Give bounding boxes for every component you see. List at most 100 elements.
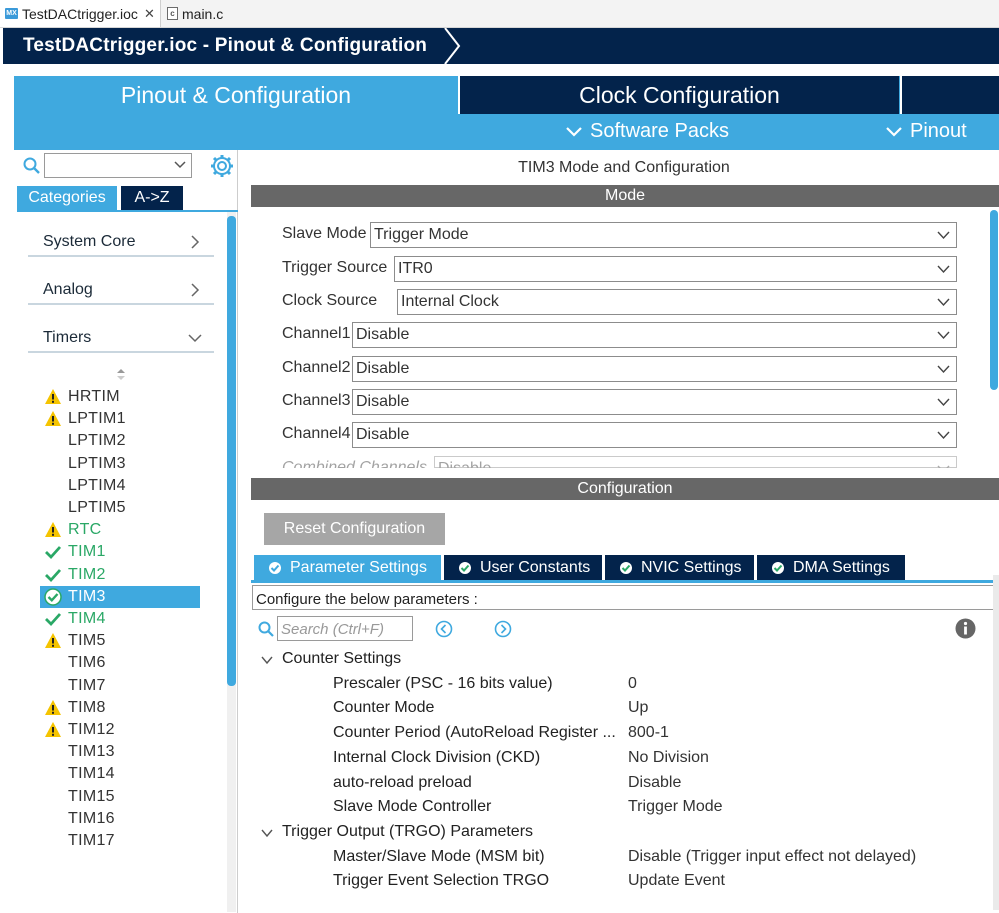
timer-item-tim15[interactable]: TIM15 <box>40 786 200 808</box>
parameter-value[interactable]: Disable (Trigger input effect not delaye… <box>628 848 916 866</box>
parameter-group-header[interactable]: Trigger Output (TRGO) Parameters <box>282 823 533 841</box>
timer-label: LPTIM1 <box>68 410 126 428</box>
chevron-down-icon <box>937 298 950 307</box>
tab-user-constants[interactable]: User Constants <box>444 555 602 580</box>
parameter-value[interactable]: Update Event <box>628 872 725 890</box>
chevron-down-icon[interactable] <box>261 656 273 665</box>
timer-item-tim7[interactable]: TIM7 <box>40 675 200 697</box>
software-packs-menu[interactable]: Software Packs <box>566 120 729 143</box>
mode-select-channel1[interactable]: Disable <box>352 322 957 348</box>
timer-label: TIM17 <box>68 832 115 849</box>
mode-section-header: Mode <box>251 185 999 207</box>
info-icon[interactable] <box>955 618 976 639</box>
tab-extra[interactable] <box>900 76 999 114</box>
mode-select-clock-source[interactable]: Internal Clock <box>397 289 957 315</box>
mode-select-combined-channels[interactable]: Disable <box>434 456 957 477</box>
parameter-value[interactable]: 800-1 <box>628 724 669 742</box>
timer-item-tim6[interactable]: TIM6 <box>40 652 200 674</box>
mode-select-channel3[interactable]: Disable <box>352 389 957 415</box>
parameter-scrollbar[interactable] <box>993 575 999 910</box>
parameter-value[interactable]: Trigger Mode <box>628 798 723 816</box>
mode-label: Slave Mode <box>282 225 367 242</box>
pinout-menu[interactable]: Pinout <box>886 120 967 143</box>
editor-tab-main-c[interactable]: c main.c <box>165 0 235 27</box>
timer-item-lptim3[interactable]: LPTIM3 <box>40 453 200 475</box>
checkmark-icon <box>45 546 62 560</box>
editor-tab-ioc[interactable]: MX TestDACtrigger.ioc ✕ <box>0 0 161 27</box>
chevron-down-icon <box>174 161 186 169</box>
category-timers[interactable]: Timers <box>28 323 214 353</box>
mode-select-trigger-source[interactable]: ITR0 <box>394 256 957 282</box>
tab-parameter-settings[interactable]: Parameter Settings <box>254 555 441 580</box>
timer-item-lptim4[interactable]: LPTIM4 <box>40 475 200 497</box>
timer-item-tim8[interactable]: TIM8 <box>40 697 200 719</box>
parameter-name[interactable]: Master/Slave Mode (MSM bit) <box>333 848 545 866</box>
parameter-name[interactable]: auto-reload preload <box>333 774 472 792</box>
close-icon[interactable]: ✕ <box>144 6 155 22</box>
mode-select-slave-mode[interactable]: Trigger Mode <box>370 222 957 248</box>
tab-label: DMA Settings <box>793 558 890 576</box>
timer-item-rtc[interactable]: RTC <box>40 519 200 541</box>
mode-label: Channel1 <box>282 325 351 342</box>
parameter-name[interactable]: Counter Period (AutoReload Register ... <box>333 724 616 742</box>
search-icon[interactable] <box>23 157 41 175</box>
tab-categories[interactable]: Categories <box>17 186 117 210</box>
search-input[interactable] <box>44 153 192 178</box>
timer-item-tim13[interactable]: TIM13 <box>40 741 200 763</box>
mode-scrollbar[interactable] <box>990 210 998 390</box>
chevron-down-icon[interactable] <box>261 829 273 838</box>
timer-item-tim2[interactable]: TIM2 <box>40 564 200 586</box>
parameter-group-header[interactable]: Counter Settings <box>282 650 401 668</box>
timer-item-tim4[interactable]: TIM4 <box>40 608 200 630</box>
timer-label: HRTIM <box>68 388 120 405</box>
select-value: Disable <box>356 360 410 377</box>
parameter-name[interactable]: Internal Clock Division (CKD) <box>333 749 540 767</box>
category-scrollbar[interactable] <box>227 212 236 912</box>
sort-arrows-icon[interactable] <box>115 368 127 382</box>
category-system-core[interactable]: System Core <box>28 227 214 257</box>
parameter-value[interactable]: Disable <box>628 774 681 792</box>
mode-select-channel4[interactable]: Disable <box>352 422 957 448</box>
parameter-name[interactable]: Prescaler (PSC - 16 bits value) <box>333 675 553 693</box>
page-title[interactable]: TestDACtrigger.ioc - Pinout & Configurat… <box>23 35 427 57</box>
parameter-value[interactable]: No Division <box>628 749 709 767</box>
category-analog[interactable]: Analog <box>28 275 214 305</box>
scrollbar-thumb[interactable] <box>227 216 236 686</box>
search-icon[interactable] <box>258 621 274 637</box>
next-result-icon[interactable] <box>494 620 512 638</box>
pinout-label: Pinout <box>910 120 967 142</box>
tab-a-z[interactable]: A->Z <box>121 186 183 210</box>
tab-clock-configuration[interactable]: Clock Configuration <box>458 76 899 114</box>
timer-item-lptim2[interactable]: LPTIM2 <box>40 430 200 452</box>
timer-item-tim3[interactable]: TIM3 <box>40 585 200 608</box>
timer-item-tim5[interactable]: TIM5 <box>40 630 200 652</box>
timer-item-tim16[interactable]: TIM16 <box>40 808 200 830</box>
parameter-value[interactable]: Up <box>628 699 648 717</box>
categories-panel: Categories A->Z System Core Analog Timer… <box>14 150 238 913</box>
reset-configuration-button[interactable]: Reset Configuration <box>264 513 445 545</box>
warning-icon <box>45 522 61 538</box>
select-value: ITR0 <box>398 260 433 277</box>
timer-label: TIM6 <box>68 654 106 672</box>
gear-icon[interactable] <box>210 154 234 178</box>
chevron-down-icon <box>937 398 950 407</box>
timer-item-tim1[interactable]: TIM1 <box>40 541 200 563</box>
timer-item-tim17[interactable]: TIM17 <box>40 830 200 852</box>
timer-item-lptim1[interactable]: LPTIM1 <box>40 408 200 430</box>
parameter-name[interactable]: Slave Mode Controller <box>333 798 491 816</box>
parameter-name[interactable]: Counter Mode <box>333 699 434 717</box>
tab-pinout-configuration[interactable]: Pinout & Configuration <box>14 76 458 114</box>
checkmark-icon <box>45 613 62 627</box>
tab-dma-settings[interactable]: DMA Settings <box>757 555 905 580</box>
parameter-name[interactable]: Trigger Event Selection TRGO <box>333 872 549 890</box>
timer-item-lptim5[interactable]: LPTIM5 <box>40 497 200 519</box>
mode-select-channel2[interactable]: Disable <box>352 356 957 382</box>
tab-nvic-settings[interactable]: NVIC Settings <box>605 555 754 580</box>
timer-item-hrtim[interactable]: HRTIM <box>40 386 200 408</box>
warning-icon <box>45 411 61 427</box>
parameter-value[interactable]: 0 <box>628 675 637 693</box>
timer-item-tim14[interactable]: TIM14 <box>40 763 200 785</box>
parameter-search-input[interactable]: Search (Ctrl+F) <box>277 616 413 641</box>
timer-item-tim12[interactable]: TIM12 <box>40 719 200 741</box>
previous-result-icon[interactable] <box>435 620 453 638</box>
